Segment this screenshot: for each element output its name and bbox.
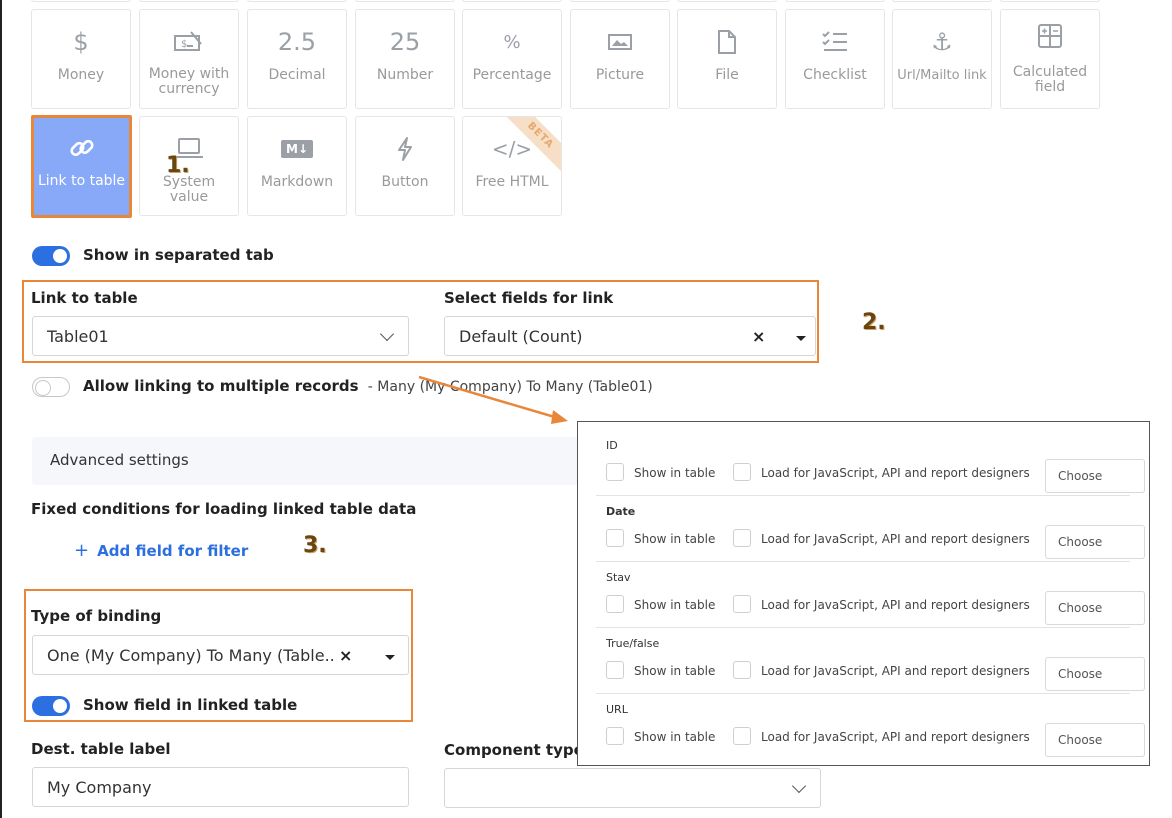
- show-in-table-label: Show in table: [634, 598, 716, 612]
- load-for-js-label: Load for JavaScript, API and report desi…: [761, 532, 1030, 546]
- field-row-id: ID Show in table Load for JavaScript, AP…: [596, 430, 1145, 496]
- show-in-table-checkbox[interactable]: [606, 463, 624, 481]
- show-in-table-label: Show in table: [634, 730, 716, 744]
- field-row-date: Date Show in table Load for JavaScript, …: [596, 496, 1145, 562]
- field-row-true-false: True/false Show in table Load for JavaSc…: [596, 628, 1145, 694]
- load-for-js-label: Load for JavaScript, API and report desi…: [761, 598, 1030, 612]
- choose-select[interactable]: Choose: [1045, 591, 1145, 625]
- field-name: ID: [606, 439, 618, 452]
- choose-select[interactable]: Choose: [1045, 525, 1145, 559]
- choose-select[interactable]: Choose: [1045, 657, 1145, 691]
- show-in-table-checkbox[interactable]: [606, 595, 624, 613]
- load-for-js-checkbox[interactable]: [733, 529, 751, 547]
- load-for-js-checkbox[interactable]: [733, 727, 751, 745]
- show-in-table-label: Show in table: [634, 664, 716, 678]
- choose-select[interactable]: Choose: [1045, 723, 1145, 757]
- field-name: Stav: [606, 571, 631, 584]
- load-for-js-checkbox[interactable]: [733, 661, 751, 679]
- load-for-js-checkbox[interactable]: [733, 463, 751, 481]
- show-in-table-label: Show in table: [634, 466, 716, 480]
- load-for-js-label: Load for JavaScript, API and report desi…: [761, 664, 1030, 678]
- choose-select[interactable]: Choose: [1045, 459, 1145, 493]
- field-row-url: URL Show in table Load for JavaScript, A…: [596, 694, 1145, 760]
- show-in-table-label: Show in table: [634, 532, 716, 546]
- show-in-table-checkbox[interactable]: [606, 727, 624, 745]
- field-name: True/false: [606, 637, 660, 650]
- field-name: Date: [606, 505, 636, 518]
- load-for-js-label: Load for JavaScript, API and report desi…: [761, 730, 1030, 744]
- show-in-table-checkbox[interactable]: [606, 529, 624, 547]
- load-for-js-checkbox[interactable]: [733, 595, 751, 613]
- show-in-table-checkbox[interactable]: [606, 661, 624, 679]
- fields-panel: ID Show in table Load for JavaScript, AP…: [577, 421, 1150, 766]
- load-for-js-label: Load for JavaScript, API and report desi…: [761, 466, 1030, 480]
- field-name: URL: [606, 703, 628, 716]
- field-row-stav: Stav Show in table Load for JavaScript, …: [596, 562, 1145, 628]
